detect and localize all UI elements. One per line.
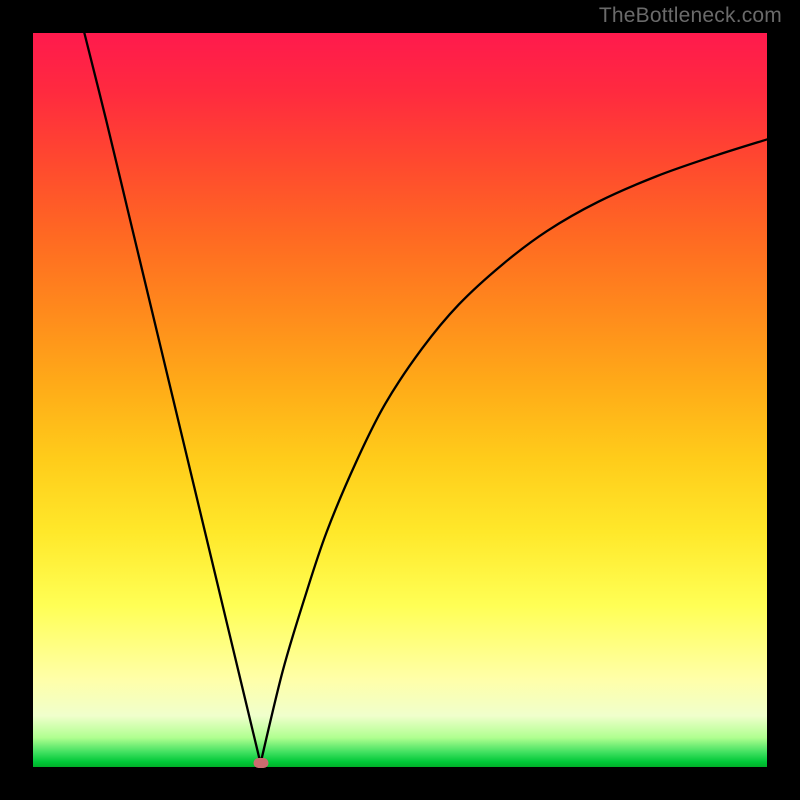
- curve-svg: [33, 33, 767, 767]
- curve-left-branch: [84, 33, 260, 763]
- curve-right-branch: [261, 139, 767, 763]
- min-marker: [253, 758, 268, 768]
- plot-area: [33, 33, 767, 767]
- chart-frame: TheBottleneck.com: [0, 0, 800, 800]
- watermark-text: TheBottleneck.com: [599, 4, 782, 28]
